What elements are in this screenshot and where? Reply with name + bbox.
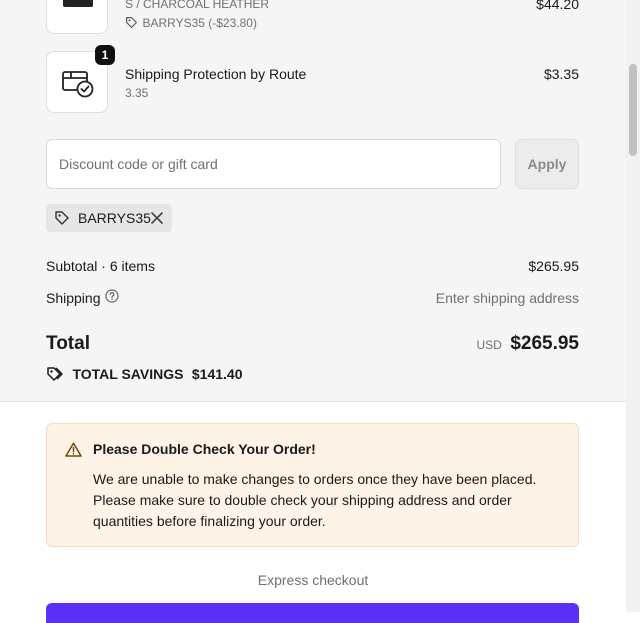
discount-code-input[interactable]	[46, 139, 501, 189]
shipping-value: Enter shipping address	[435, 290, 579, 306]
order-summary: S / CHARCOAL HEATHER BARRYS35 (-$23.80) …	[0, 0, 626, 402]
apply-discount-button[interactable]: Apply	[515, 139, 579, 189]
shirt-image	[63, 0, 93, 7]
scrollbar[interactable]	[626, 0, 640, 612]
notice-title: Please Double Check Your Order!	[93, 441, 316, 457]
shipping-label: Shipping	[46, 290, 101, 306]
total-savings: TOTAL SAVINGS $141.40	[46, 366, 243, 384]
applied-discount-code: BARRYS35	[78, 210, 151, 226]
line-item-discount-text: BARRYS35 (-$23.80)	[142, 16, 257, 30]
total-label: Total	[46, 333, 90, 354]
notice-body: We are unable to make changes to orders …	[93, 471, 537, 529]
tags-icon	[47, 367, 63, 381]
total-savings-value: $141.40	[191, 366, 243, 382]
line-item-title: Shipping Protection by Route	[125, 66, 307, 82]
line-item-price: $44.20	[536, 0, 579, 12]
line-item-variant: S / CHARCOAL HEATHER	[125, 0, 270, 11]
warning-icon	[65, 442, 82, 457]
total-savings-label: TOTAL SAVINGS	[72, 366, 184, 382]
line-item-price: $3.35	[543, 66, 579, 82]
tag-icon	[55, 211, 69, 225]
line-item-discount: BARRYS35 (-$23.80)	[125, 14, 257, 32]
total-amount: USD $265.95	[477, 333, 579, 355]
currency-code: USD	[476, 338, 502, 352]
express-checkout-label: Express checkout	[257, 572, 369, 588]
tag-icon	[126, 17, 137, 28]
package-check-icon	[62, 71, 94, 98]
remove-discount-icon[interactable]	[148, 209, 166, 227]
scrollbar-thumb[interactable]	[629, 64, 637, 156]
order-notice: Please Double Check Your Order! We are u…	[46, 423, 579, 547]
applied-discount-chip: BARRYS35	[46, 204, 172, 232]
product-thumbnail	[46, 0, 108, 34]
total-value: $265.95	[510, 333, 579, 354]
subtotal-value: $265.95	[528, 258, 579, 274]
help-circle-icon[interactable]	[105, 289, 119, 303]
express-checkout-button[interactable]	[46, 603, 579, 623]
quantity-badge: 1	[95, 45, 115, 65]
line-item-subtitle: 3.35	[125, 86, 149, 100]
subtotal-label: Subtotal · 6 items	[46, 258, 155, 274]
